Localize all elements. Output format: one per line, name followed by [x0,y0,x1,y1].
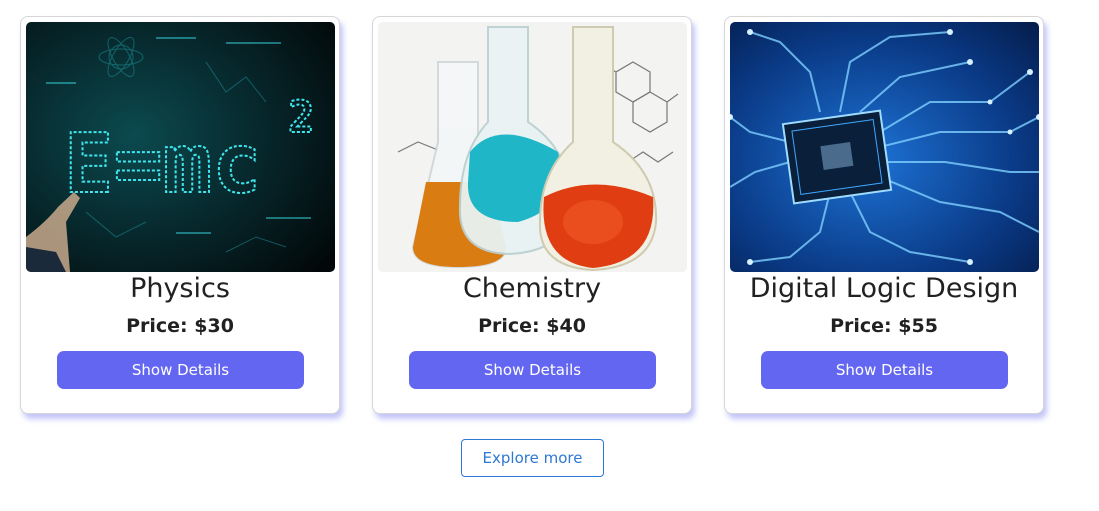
course-title: Digital Logic Design [749,273,1019,304]
show-details-button[interactable]: Show Details [57,351,304,389]
course-price: Price: $30 [126,315,234,337]
course-title: Chemistry [462,273,602,304]
course-price: Price: $40 [478,315,586,337]
explore-more-button[interactable]: Explore more [461,439,604,477]
course-price: Price: $55 [830,315,938,337]
circuit-chip-image [730,22,1039,272]
show-details-button[interactable]: Show Details [409,351,656,389]
show-details-button[interactable]: Show Details [761,351,1008,389]
course-cards: E=mc 2 Physics Price: $30 Show Details C… [20,16,1044,414]
physics-image: E=mc 2 [26,22,335,272]
chemistry-image [378,22,687,272]
course-card-digital-logic-design: Digital Logic Design Price: $55 Show Det… [724,16,1044,414]
course-card-chemistry: Chemistry Price: $40 Show Details [372,16,692,414]
course-card-physics: E=mc 2 Physics Price: $30 Show Details [20,16,340,414]
course-list-page: E=mc 2 Physics Price: $30 Show Details C… [0,0,1099,511]
svg-text:2: 2 [288,92,315,143]
course-title: Physics [130,273,230,304]
svg-text:E=mc: E=mc [64,117,261,212]
